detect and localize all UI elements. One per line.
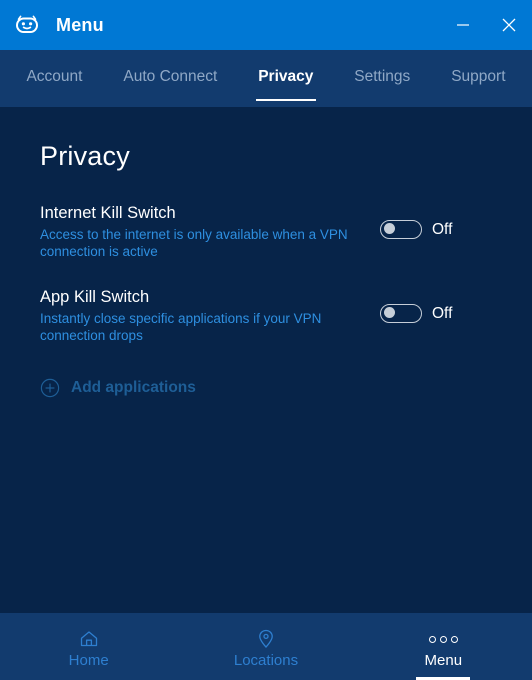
tab-auto-connect-label: Auto Connect bbox=[123, 68, 218, 85]
tab-settings[interactable]: Settings bbox=[334, 50, 431, 107]
tab-bar: Account Auto Connect Privacy Settings Su… bbox=[0, 50, 532, 107]
tab-privacy[interactable]: Privacy bbox=[238, 50, 334, 107]
dot bbox=[450, 635, 458, 643]
tab-account-label: Account bbox=[26, 68, 83, 85]
add-applications-button[interactable]: Add applications bbox=[40, 378, 196, 398]
bottom-navigation: Home Locations Menu bbox=[0, 613, 532, 680]
setting-texts: Internet Kill Switch Access to the inter… bbox=[40, 204, 370, 260]
setting-texts: App Kill Switch Instantly close specific… bbox=[40, 288, 370, 344]
nav-item-locations[interactable]: Locations bbox=[177, 613, 354, 680]
vpn-app-window: Menu Account Auto Connect Privacy Settin… bbox=[0, 0, 532, 680]
robot-head-icon bbox=[12, 10, 42, 40]
app-kill-switch-title: App Kill Switch bbox=[40, 288, 150, 306]
setting-row-internet-kill-switch: Internet Kill Switch Access to the inter… bbox=[40, 204, 492, 260]
dot bbox=[439, 635, 447, 643]
minimize-button[interactable] bbox=[440, 0, 486, 50]
internet-kill-switch-toggle[interactable] bbox=[380, 220, 422, 239]
nav-item-home[interactable]: Home bbox=[0, 613, 177, 680]
dot bbox=[428, 635, 436, 643]
nav-item-menu-label: Menu bbox=[424, 652, 463, 669]
close-button[interactable] bbox=[486, 0, 532, 50]
tab-account[interactable]: Account bbox=[6, 50, 103, 107]
internet-kill-switch-state: Off bbox=[432, 220, 453, 238]
tab-auto-connect[interactable]: Auto Connect bbox=[103, 50, 238, 107]
page-title: Privacy bbox=[40, 141, 130, 171]
app-kill-switch-description: Instantly close specific applications if… bbox=[40, 311, 322, 343]
internet-kill-switch-description: Access to the internet is only available… bbox=[40, 227, 348, 259]
add-applications-label: Add applications bbox=[71, 379, 196, 396]
tab-support-label: Support bbox=[451, 68, 506, 85]
window-title: Menu bbox=[56, 14, 104, 35]
nav-item-home-label: Home bbox=[68, 652, 109, 669]
app-kill-switch-toggle-group: Off bbox=[380, 304, 452, 323]
content-area: Privacy Internet Kill Switch Access to t… bbox=[0, 107, 532, 613]
toggle-knob bbox=[384, 223, 395, 234]
home-icon bbox=[78, 628, 100, 650]
nav-item-locations-label: Locations bbox=[233, 652, 299, 669]
title-bar: Menu bbox=[0, 0, 532, 50]
setting-row-app-kill-switch: App Kill Switch Instantly close specific… bbox=[40, 288, 492, 344]
map-pin-icon bbox=[256, 628, 276, 650]
toggle-knob bbox=[384, 307, 395, 318]
tab-support[interactable]: Support bbox=[431, 50, 526, 107]
internet-kill-switch-title: Internet Kill Switch bbox=[40, 204, 176, 222]
nav-item-menu[interactable]: Menu bbox=[355, 613, 532, 680]
app-kill-switch-toggle[interactable] bbox=[380, 304, 422, 323]
three-dots-icon bbox=[428, 628, 458, 650]
internet-kill-switch-toggle-group: Off bbox=[380, 220, 452, 239]
app-kill-switch-state: Off bbox=[432, 304, 453, 322]
window-controls bbox=[440, 0, 532, 50]
plus-circle-icon bbox=[40, 378, 60, 398]
tab-privacy-label: Privacy bbox=[258, 68, 314, 85]
tab-settings-label: Settings bbox=[354, 68, 411, 85]
